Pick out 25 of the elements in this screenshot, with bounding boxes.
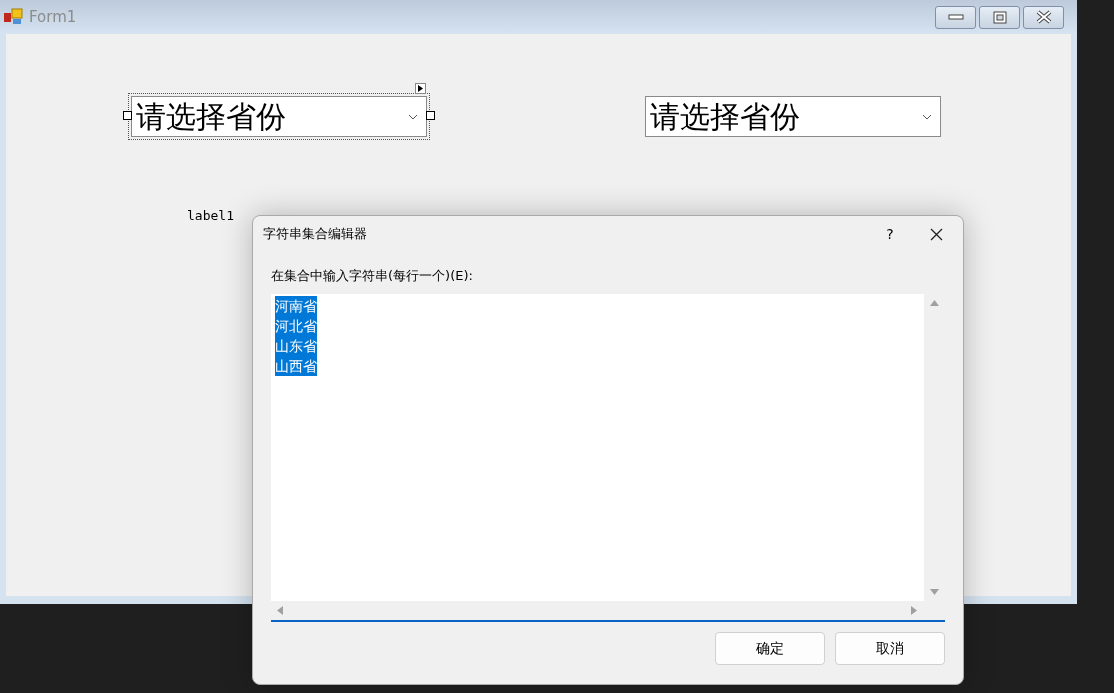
scroll-down-icon[interactable] <box>930 588 939 595</box>
close-button[interactable] <box>1023 5 1064 29</box>
resize-handle[interactable] <box>426 111 435 120</box>
close-icon <box>929 227 943 241</box>
dialog-title: 字符串集合编辑器 <box>263 225 367 244</box>
chevron-down-icon <box>408 113 418 120</box>
maximize-button[interactable] <box>979 5 1020 29</box>
minimize-button[interactable] <box>935 5 976 29</box>
close-icon <box>1034 10 1053 24</box>
minimize-icon <box>947 14 964 20</box>
prompt-text: 在集合中输入字符串(每行一个)(E): <box>271 267 474 285</box>
help-button[interactable]: ? <box>867 216 913 252</box>
smart-tag-button[interactable] <box>415 83 426 94</box>
scroll-up-icon[interactable] <box>930 299 939 306</box>
scroll-right-icon[interactable] <box>911 605 917 615</box>
window-title: Form1 <box>29 6 77 28</box>
maximize-icon <box>992 10 1007 24</box>
form-icon <box>4 8 24 26</box>
chevron-down-icon <box>922 113 932 120</box>
text-area[interactable]: 河南省 河北省 山东省 山西省 <box>271 293 945 622</box>
ok-button[interactable]: 确定 <box>715 631 825 665</box>
label-text: label1 <box>187 207 234 225</box>
cancel-button[interactable]: 取消 <box>835 631 945 665</box>
resize-handle[interactable] <box>123 111 132 120</box>
scroll-left-icon[interactable] <box>277 605 283 615</box>
